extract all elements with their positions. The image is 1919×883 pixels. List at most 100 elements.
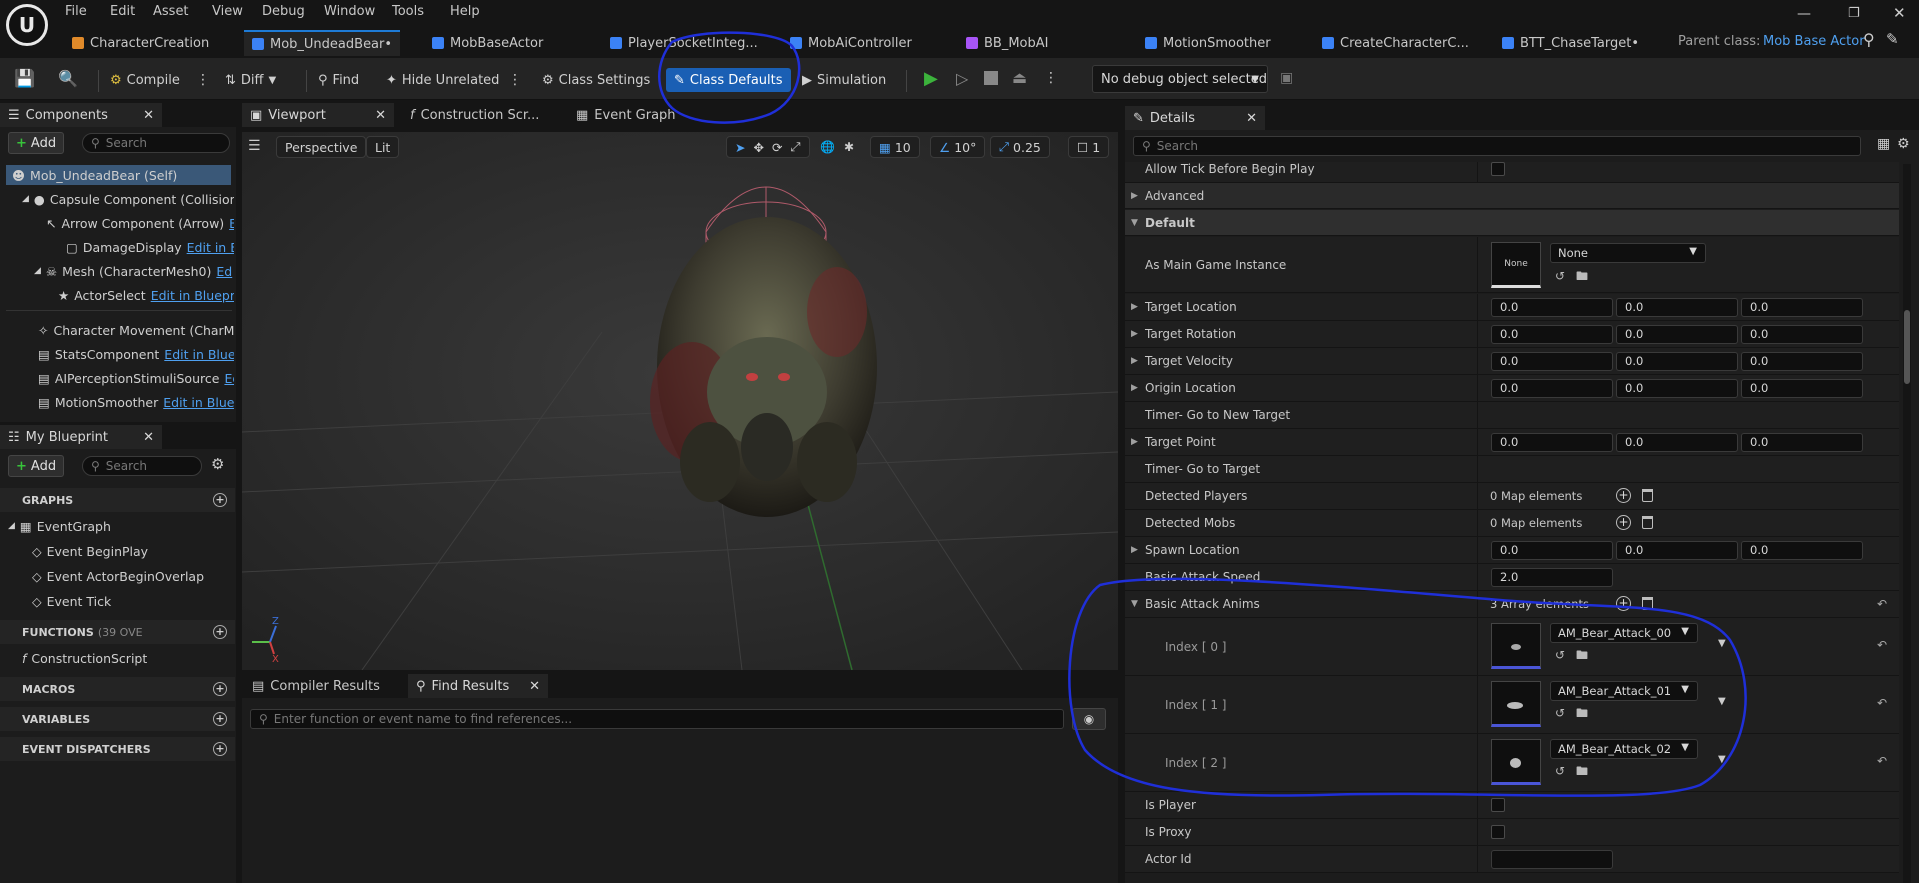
close-icon[interactable]: ✕ <box>143 108 154 123</box>
gear-icon[interactable]: ⚙ <box>1897 136 1910 152</box>
camera-speed-button[interactable]: ☐ 1 <box>1068 136 1110 158</box>
tab-components[interactable]: ☰ Components ✕ <box>0 103 162 127</box>
tab-find-results[interactable]: ⚲ Find Results ✕ <box>408 674 548 698</box>
section-macros[interactable]: MACROS + <box>0 677 235 701</box>
element-options-icon[interactable]: ▼ <box>1718 638 1726 649</box>
tab-player-socket[interactable]: PlayerSocketInteg... <box>610 30 758 56</box>
close-icon[interactable]: ✕ <box>375 108 386 123</box>
actor-id-field[interactable] <box>1491 850 1613 869</box>
play-options-icon[interactable]: ⋮ <box>1044 70 1058 86</box>
translate-icon[interactable]: ✥ <box>753 140 763 155</box>
scale-icon[interactable]: ⤢ <box>790 139 800 155</box>
class-settings-button[interactable]: ⚙ Class Settings <box>542 68 650 92</box>
menu-window[interactable]: Window <box>324 4 375 19</box>
component-damage-display[interactable]: ▢DamageDisplayEdit in Blue <box>66 237 234 257</box>
my-blueprint-search-input[interactable]: ⚲ Search <box>82 456 202 476</box>
diff-button[interactable]: ⇅ Diff ▼ <box>225 68 276 92</box>
debug-object-select[interactable]: No debug object selected ▼ <box>1092 65 1268 93</box>
use-selected-icon[interactable]: ↺ <box>1553 764 1567 778</box>
use-selected-icon[interactable]: ↺ <box>1553 648 1567 662</box>
z-field[interactable]: 0.0 <box>1741 298 1863 317</box>
edit-in-blueprint-link[interactable]: Edit in Blue <box>187 240 234 255</box>
restore-icon[interactable]: ❐ <box>1848 6 1860 21</box>
select-icon[interactable]: ➤ <box>735 140 745 155</box>
minimize-icon[interactable]: — <box>1797 6 1811 22</box>
attack-speed-field[interactable]: 2.0 <box>1491 568 1613 587</box>
add-member-button[interactable]: + Add <box>8 455 65 477</box>
component-mesh[interactable]: ◢ ☠ Mesh (CharacterMesh0) Ed <box>34 261 234 281</box>
compile-button[interactable]: ⚙ Compile <box>110 68 180 92</box>
stop-icon[interactable] <box>984 71 998 85</box>
tab-construction-script[interactable]: f Construction Scr... <box>400 108 560 123</box>
use-selected-icon[interactable]: ↺ <box>1553 269 1567 283</box>
y-field[interactable]: 0.0 <box>1616 379 1738 398</box>
browse-asset-icon[interactable]: 🖿 <box>1575 706 1589 720</box>
anim-thumbnail[interactable] <box>1491 739 1541 785</box>
pencil-icon[interactable]: ✎ <box>1886 30 1899 48</box>
add-component-button[interactable]: + Add <box>8 132 65 154</box>
menu-view[interactable]: View <box>212 4 243 19</box>
x-field[interactable]: 0.0 <box>1491 352 1613 371</box>
browse-icon[interactable]: 🔍 <box>58 69 78 88</box>
viewport-menu-icon[interactable]: ☰ <box>248 138 261 154</box>
z-field[interactable]: 0.0 <box>1741 541 1863 560</box>
eject-icon[interactable]: ⏏ <box>1012 68 1027 87</box>
add-element-icon[interactable]: + <box>1616 515 1631 530</box>
tab-character-creation[interactable]: CharacterCreation <box>72 30 209 56</box>
save-icon[interactable]: 💾 <box>14 69 35 89</box>
close-icon[interactable]: ✕ <box>1246 111 1257 126</box>
event-graph-item[interactable]: ◢ ▦ EventGraph <box>8 516 228 536</box>
y-field[interactable]: 0.0 <box>1616 352 1738 371</box>
details-scrollbar[interactable] <box>1903 164 1911 883</box>
component-capsule[interactable]: ◢ ● Capsule Component (CollisionC <box>22 189 234 209</box>
close-icon[interactable]: ✕ <box>1893 4 1906 22</box>
add-variable-icon[interactable]: + <box>213 712 227 726</box>
anim-asset-select-0[interactable]: AM_Bear_Attack_00 ▼ <box>1550 623 1698 643</box>
construction-script-item[interactable]: f ConstructionScript <box>22 648 232 668</box>
reset-to-default-icon[interactable]: ↶ <box>1877 754 1887 768</box>
add-element-icon[interactable]: + <box>1616 488 1631 503</box>
simulation-button[interactable]: ▶ Simulation <box>802 68 886 92</box>
parent-class-link[interactable]: Mob Base Actor <box>1763 34 1865 49</box>
edit-in-blueprint-link[interactable]: E <box>229 216 234 231</box>
details-search-input[interactable]: ⚲ Search <box>1133 136 1861 156</box>
debug-filter-icon[interactable]: ▣ <box>1280 70 1293 86</box>
component-character-movement[interactable]: ✧ Character Movement (CharMo <box>38 320 234 340</box>
section-variables[interactable]: VARIABLES + <box>0 707 235 731</box>
add-function-icon[interactable]: + <box>213 625 227 639</box>
tab-create-character[interactable]: CreateCharacterC... <box>1322 30 1469 56</box>
asset-thumbnail[interactable]: None <box>1491 242 1541 288</box>
components-search-input[interactable]: ⚲ Search <box>82 133 230 153</box>
x-field[interactable]: 0.0 <box>1491 379 1613 398</box>
component-ai-perception[interactable]: ▤AIPerceptionStimuliSourceEd <box>38 368 234 388</box>
add-dispatcher-icon[interactable]: + <box>213 742 227 756</box>
browse-asset-icon[interactable]: 🖿 <box>1575 648 1589 662</box>
find-references-input[interactable]: ⚲ Enter function or event name to find re… <box>250 709 1064 729</box>
hide-unrelated-button[interactable]: ✦ Hide Unrelated <box>386 68 499 92</box>
is-player-checkbox[interactable] <box>1491 798 1505 812</box>
rotate-icon[interactable]: ⟳ <box>772 140 782 155</box>
edit-in-blueprint-link[interactable]: Ed <box>216 264 232 279</box>
event-begin-play-item[interactable]: ◇ Event BeginPlay <box>32 541 232 561</box>
find-button[interactable]: ⚲ Find <box>318 68 359 92</box>
grid-snap-button[interactable]: ▦ 10 <box>870 136 920 158</box>
component-arrow[interactable]: ↖ Arrow Component (Arrow) E <box>46 213 234 233</box>
rotation-snap-button[interactable]: ∠ 10° <box>930 136 986 158</box>
binoculars-icon[interactable]: ◉ <box>1072 708 1106 730</box>
table-view-icon[interactable]: ▦ <box>1877 136 1890 152</box>
reset-to-default-icon[interactable]: ↶ <box>1877 638 1887 652</box>
z-field[interactable]: 0.0 <box>1741 433 1863 452</box>
perspective-button[interactable]: Perspective <box>276 136 367 158</box>
close-icon[interactable]: ✕ <box>143 430 154 445</box>
element-options-icon[interactable]: ▼ <box>1718 696 1726 707</box>
tab-motion-smoother[interactable]: MotionSmoother <box>1145 30 1271 56</box>
tab-mob-undead-bear[interactable]: Mob_UndeadBear• <box>244 30 401 56</box>
category-advanced[interactable]: ▶ Advanced <box>1125 183 1899 209</box>
more-options-icon[interactable]: ⋮ <box>508 72 522 88</box>
menu-tools[interactable]: Tools <box>392 4 424 19</box>
close-icon[interactable]: ✕ <box>529 679 540 694</box>
component-actor-select[interactable]: ★ ActorSelect Edit in Bluepri <box>58 285 234 305</box>
world-space-icon[interactable]: 🌐 <box>820 140 835 154</box>
trash-icon[interactable] <box>1642 516 1653 529</box>
anim-asset-select-2[interactable]: AM_Bear_Attack_02 ▼ <box>1550 739 1698 759</box>
